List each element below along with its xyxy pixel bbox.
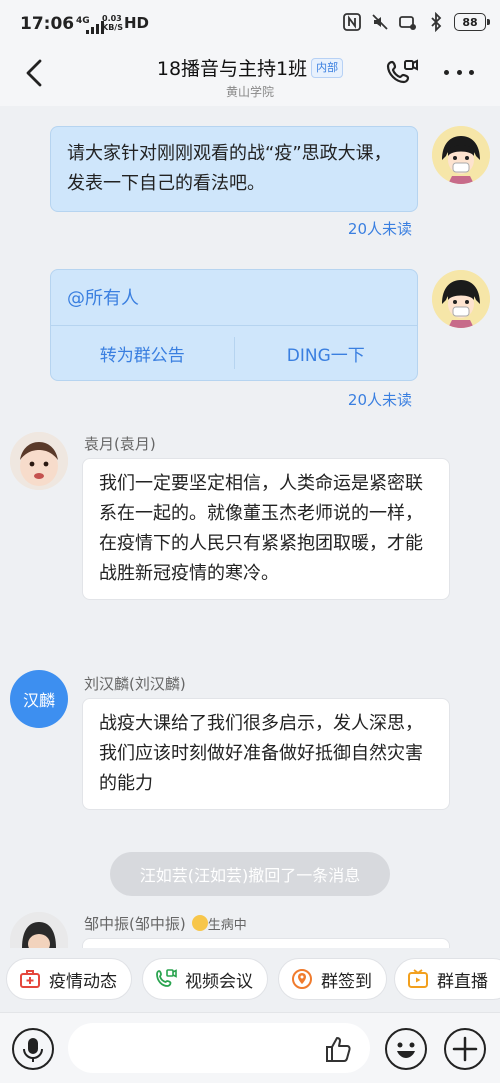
microphone-icon — [23, 1038, 43, 1062]
alarm-off-icon — [399, 16, 416, 30]
quick-actions-bar: 疫情动态 视频会议 群签到 群直播 — [0, 948, 500, 1012]
smiley-icon — [397, 1042, 415, 1058]
message-text: 我们一定要坚定相信，人类命运是紧密联系在一起的。就像董玉杰老师说的一样，在疫情下… — [99, 473, 423, 584]
video-phone-icon — [156, 969, 177, 987]
sender-name-text: 邹中振(邹中振) — [84, 915, 186, 933]
avatar[interactable] — [432, 270, 490, 328]
group-subtitle: 黄山学院 — [225, 85, 274, 99]
more-attachments-button[interactable] — [444, 1028, 486, 1070]
quick-action-label: 群签到 — [321, 971, 372, 992]
unread-count[interactable]: 20人未读 — [348, 389, 412, 410]
unread-count[interactable]: 20人未读 — [348, 218, 412, 239]
message-bubble-incoming[interactable]: 战疫大课给了我们很多启示，发人深思，我们应该时刻做好准备做好抵御自然灾害的能力 — [82, 698, 450, 810]
avatar[interactable]: 汉麟 — [10, 670, 68, 728]
plus-icon — [452, 1036, 478, 1062]
epidemic-updates-button[interactable]: 疫情动态 — [6, 958, 132, 1000]
avatar[interactable] — [10, 912, 68, 948]
quick-action-label: 疫情动态 — [49, 971, 117, 992]
recall-notice: 汪如芸(汪如芸)撤回了一条消息 — [110, 852, 390, 896]
mention-actions: 转为群公告 DING一下 — [51, 326, 417, 380]
location-pin-icon — [292, 969, 312, 989]
mention-text: @所有人 — [51, 270, 417, 326]
status-time: 17:06 — [20, 14, 75, 34]
thumbs-up-icon[interactable] — [323, 1033, 355, 1065]
sender-name: 刘汉麟(刘汉麟) — [84, 675, 186, 693]
quick-action-label: 视频会议 — [185, 971, 253, 992]
group-live-button[interactable]: 群直播 — [394, 958, 500, 1000]
voice-input-button[interactable] — [12, 1028, 54, 1070]
avatar[interactable] — [432, 126, 490, 184]
status-text: 生病中 — [207, 918, 247, 933]
baby-photo-icon — [10, 432, 68, 490]
message-bubble-outgoing[interactable]: 请大家针对刚刚观看的战“疫”思政大课，发表一下自己的看法吧。 — [50, 126, 418, 212]
battery-indicator: 88 — [454, 13, 490, 31]
emoji-button[interactable] — [385, 1028, 427, 1070]
sender-name: 邹中振(邹中振) 生病中 — [84, 913, 247, 934]
network-speed: 0.03 KB/S — [102, 14, 123, 32]
status-icons: 88 — [342, 12, 490, 32]
video-meeting-button[interactable]: 视频会议 — [142, 958, 268, 1000]
boy-photo-icon — [10, 912, 68, 948]
avatar-initials: 汉麟 — [22, 691, 55, 710]
mention-all-card: @所有人 转为群公告 DING一下 — [50, 269, 418, 381]
medical-kit-icon — [20, 970, 40, 988]
status-bar: 17:06 4G 0.03 KB/S HD 88 — [0, 0, 500, 48]
cartoon-girl-icon — [432, 270, 490, 328]
sender-name: 袁月(袁月) — [84, 435, 156, 453]
vibrate-mute-icon — [372, 14, 388, 30]
bluetooth-icon — [431, 12, 442, 32]
chat-header: 18播音与主持1班 内部 黄山学院 — [0, 48, 500, 106]
cartoon-girl-icon — [432, 126, 490, 184]
input-bar — [0, 1012, 500, 1083]
title-block: 18播音与主持1班 内部 黄山学院 — [0, 54, 500, 100]
message-text: 请大家针对刚刚观看的战“疫”思政大课，发表一下自己的看法吧。 — [67, 143, 392, 194]
avatar[interactable] — [10, 432, 68, 490]
group-checkin-button[interactable]: 群签到 — [278, 958, 387, 1000]
sick-face-icon — [191, 915, 208, 931]
message-text: 战疫大课给了我们很多启示，发人深思，我们应该时刻做好准备做好抵御自然灾害的能力 — [99, 713, 423, 794]
message-bubble-incoming[interactable] — [82, 938, 450, 948]
quick-action-label: 群直播 — [437, 971, 488, 992]
group-title[interactable]: 18播音与主持1班 — [157, 54, 307, 81]
more-options-icon[interactable] — [444, 62, 474, 82]
speed-unit: KB/S — [102, 23, 123, 32]
ding-button[interactable]: DING一下 — [235, 341, 418, 366]
phone-video-icon[interactable] — [386, 58, 420, 90]
internal-badge: 内部 — [311, 57, 344, 78]
message-bubble-incoming[interactable]: 我们一定要坚定相信，人类命运是紧密联系在一起的。就像董玉杰老师说的一样，在疫情下… — [82, 458, 450, 600]
set-announcement-button[interactable]: 转为群公告 — [51, 341, 234, 366]
tv-live-icon — [408, 969, 428, 988]
speed-value: 0.03 — [102, 14, 122, 23]
nfc-icon — [343, 13, 361, 31]
hd-indicator: HD — [124, 14, 150, 32]
